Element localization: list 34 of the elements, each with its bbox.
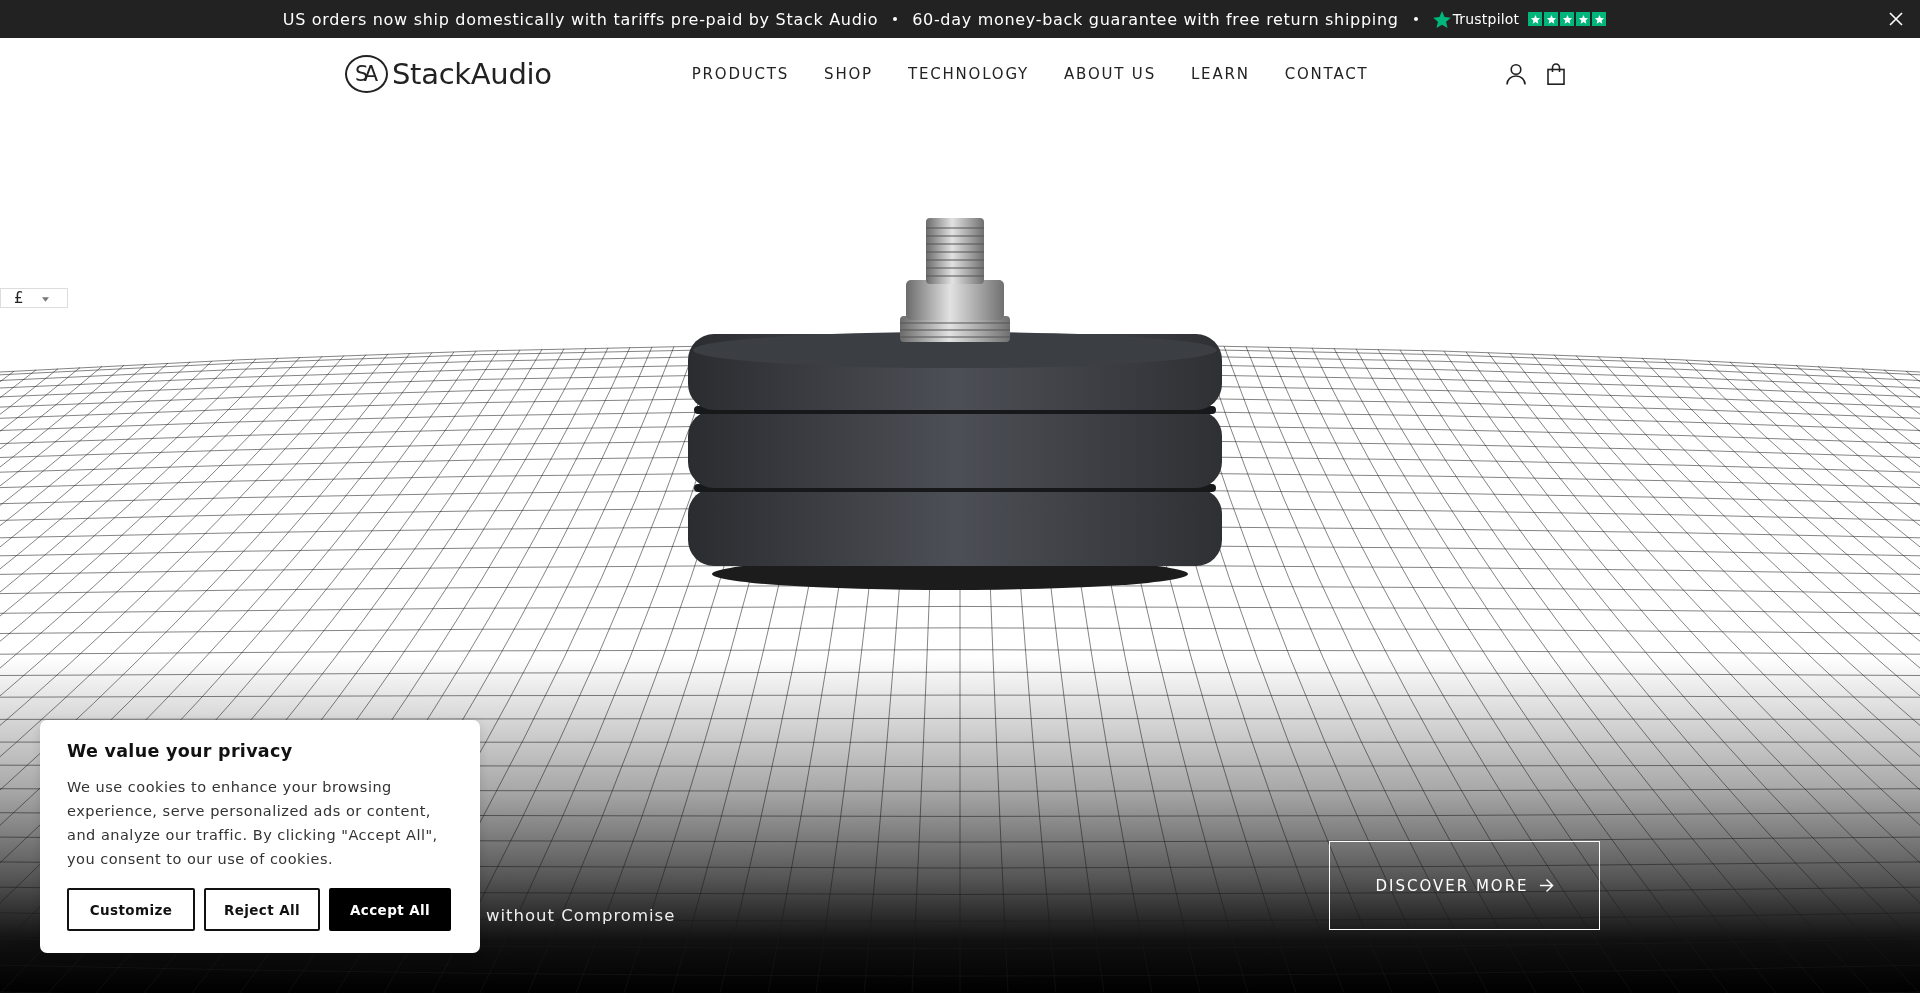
hero-tagline: without Compromise	[486, 906, 676, 925]
announcement-text: 60-day money-back guarantee with free return shipping	[912, 9, 1399, 29]
consent-button[interactable]: Accept All	[329, 888, 451, 931]
star-icon	[1544, 12, 1559, 26]
close-icon	[1889, 12, 1903, 26]
arrow-right-icon	[1538, 878, 1554, 893]
dot-separator-icon	[893, 17, 898, 21]
dot-separator-icon	[1413, 17, 1418, 21]
star-icon	[1560, 12, 1575, 26]
nav-link[interactable]: CONTACT	[1284, 65, 1369, 83]
star-icon	[1432, 10, 1451, 28]
consent-button[interactable]: Customize	[67, 888, 195, 931]
nav-link[interactable]: PRODUCTS	[691, 65, 790, 83]
trustpilot-label: Trustpilot	[1452, 11, 1520, 27]
logo-text: StackAudio	[392, 57, 552, 91]
nav-link[interactable]: ABOUT US	[1064, 65, 1156, 83]
currency-select[interactable]: £	[0, 288, 68, 308]
nav-link[interactable]: SHOP	[824, 65, 873, 83]
caret-icon	[41, 297, 49, 302]
star-icon	[1592, 12, 1607, 26]
logo-link[interactable]: SA StackAudio	[345, 55, 552, 93]
dialog-text: We use cookies to enhance your browsing experience, serve personalized ads or content, and analyze our traffic. By clicking "Accept All", you consent to our use of cookies.	[67, 778, 439, 869]
dialog-title: We value your privacy	[67, 740, 294, 763]
announcement-text: US orders now ship domestically with tariffs pre-paid by Stack Audio	[282, 9, 879, 29]
star-icon	[1528, 12, 1543, 26]
logo-mark: SA	[345, 55, 388, 93]
star-icon	[1576, 12, 1591, 26]
nav-link[interactable]: LEARN	[1190, 65, 1250, 83]
nav-link[interactable]: TECHNOLOGY	[907, 65, 1030, 83]
consent-button[interactable]: Reject All	[204, 888, 320, 931]
shopping-bag-icon[interactable]	[1545, 63, 1567, 85]
close-button[interactable]	[1889, 12, 1903, 26]
discover-more-button[interactable]: DISCOVER MORE	[1329, 841, 1600, 930]
person-icon[interactable]	[1505, 63, 1527, 85]
